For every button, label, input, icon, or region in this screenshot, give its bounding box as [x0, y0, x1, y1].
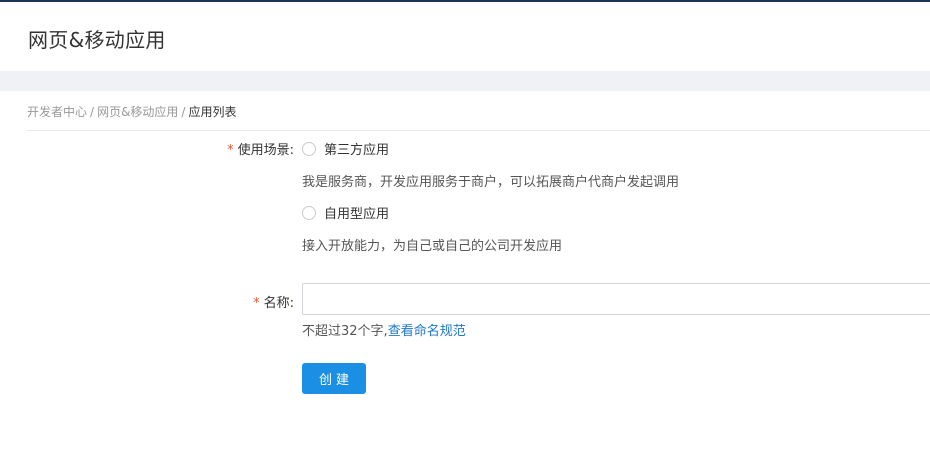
- divider: [27, 130, 930, 131]
- name-hint-text: 不超过32个字,: [302, 324, 388, 339]
- radio-self-use-app[interactable]: 自用型应用: [302, 203, 389, 222]
- radio-third-party-app[interactable]: 第三方应用: [302, 139, 389, 158]
- name-label: * 名称:: [253, 292, 294, 311]
- page-header: 网页&移动应用: [0, 2, 930, 71]
- radio-label: 自用型应用: [324, 207, 390, 222]
- scenario-label: * 使用场景:: [227, 139, 294, 158]
- radio-label: 第三方应用: [324, 143, 390, 158]
- self-use-app-description: 接入开放能力，为自己或自己的公司开发应用: [302, 239, 563, 254]
- name-label-text: 名称: [263, 296, 290, 311]
- radio-button[interactable]: [302, 141, 316, 156]
- name-hint: 不超过32个字,查看命名规范: [302, 320, 466, 339]
- third-party-app-description: 我是服务商，开发应用服务于商户，可以拓展商户代商户发起调用: [302, 175, 680, 190]
- page-title: 网页&移动应用: [28, 28, 166, 52]
- header-band: [0, 71, 930, 91]
- breadcrumb-developer-center[interactable]: 开发者中心: [27, 105, 87, 119]
- label-colon: :: [289, 296, 294, 311]
- required-mark: *: [253, 296, 260, 311]
- breadcrumb-web-mobile-apps[interactable]: 网页&移动应用: [97, 105, 178, 119]
- create-button[interactable]: 创建: [302, 363, 366, 394]
- breadcrumb-separator: /: [181, 105, 186, 119]
- required-mark: *: [227, 143, 234, 158]
- radio-button[interactable]: [302, 205, 316, 220]
- breadcrumb-current: 应用列表: [188, 105, 237, 119]
- name-input[interactable]: [302, 283, 930, 315]
- breadcrumb: 开发者中心 / 网页&移动应用 / 应用列表: [27, 103, 236, 120]
- scenario-label-text: 使用场景: [237, 143, 290, 158]
- breadcrumb-separator: /: [90, 105, 95, 119]
- label-colon: :: [289, 143, 294, 158]
- naming-rules-link[interactable]: 查看命名规范: [388, 324, 466, 339]
